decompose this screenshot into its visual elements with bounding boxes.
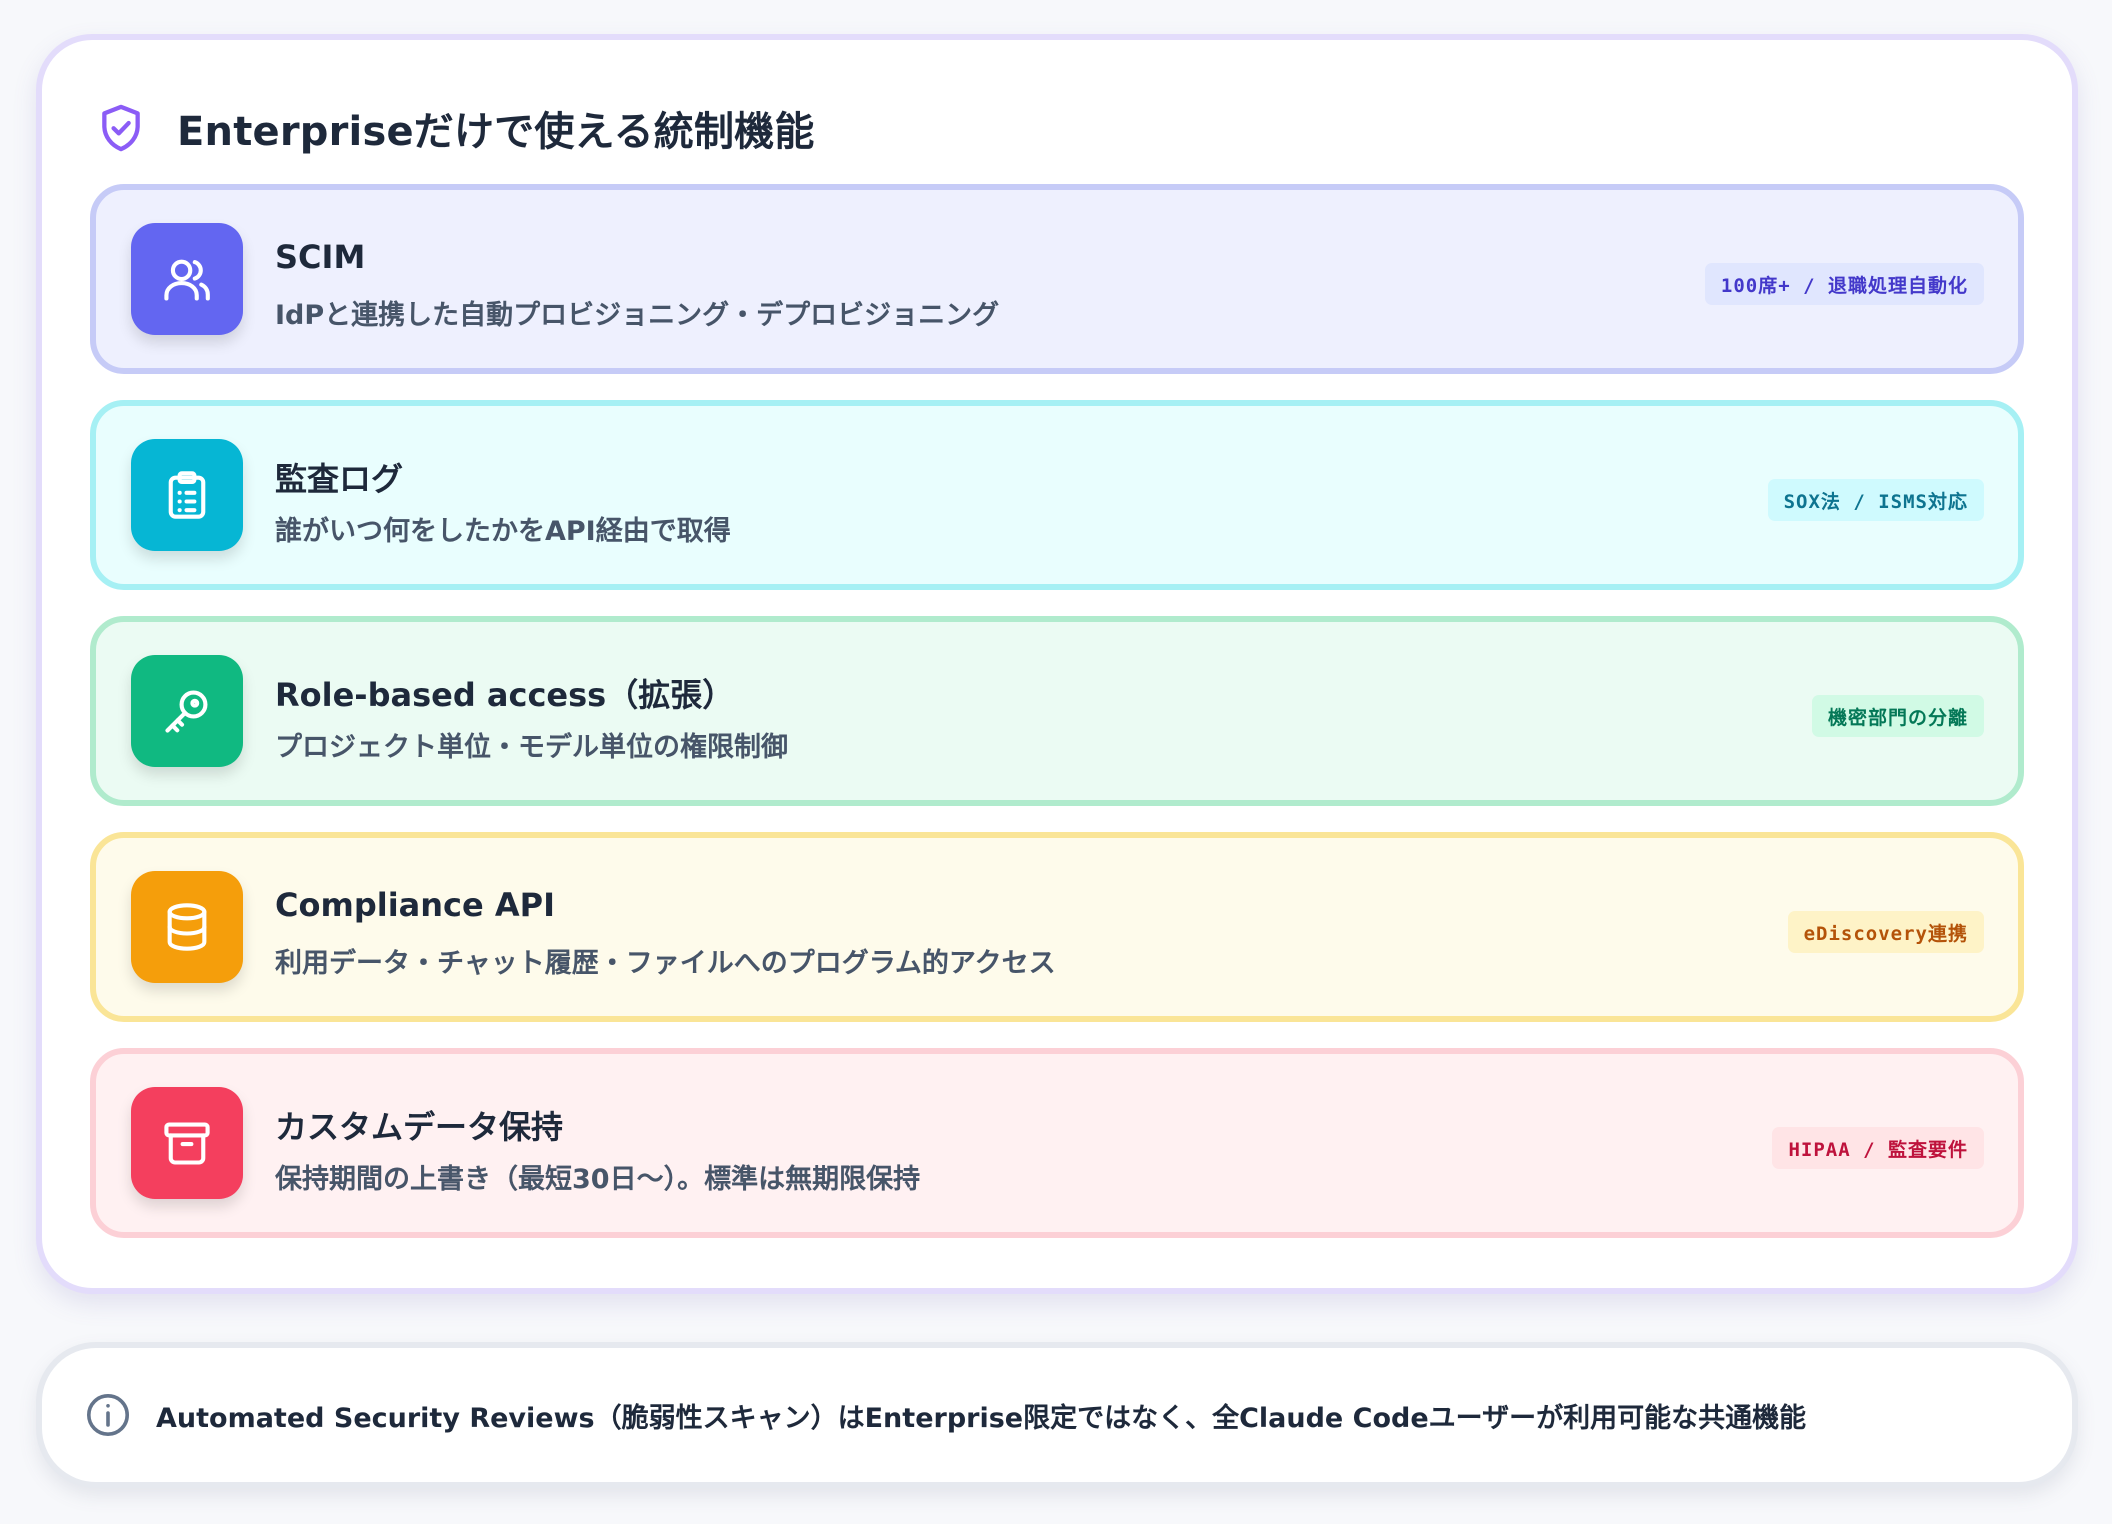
feature-description: 利用データ・チャット履歴・ファイルへのプログラム的アクセス: [275, 948, 1056, 979]
feature-tag: 機密部門の分離: [1811, 695, 1984, 737]
shield-check-icon: [102, 104, 140, 152]
feature-title: Compliance API: [275, 886, 555, 924]
feature-description: 保持期間の上書き（最短30日〜）。標準は無期限保持: [275, 1164, 921, 1195]
feature-icon-audit-log: [131, 439, 243, 551]
feature-tag: 100席+ / 退職処理自動化: [1704, 263, 1984, 305]
feature-icon-compliance-api: [131, 871, 243, 983]
feature-list: SCIM IdPと連携した自動プロビジョニング・デプロビジョニング 100席+ …: [90, 184, 2024, 1264]
security-reviews-note: Automated Security Reviews（脆弱性スキャン）はEnte…: [36, 1342, 2078, 1488]
feature-description: IdPと連携した自動プロビジョニング・デプロビジョニング: [275, 300, 1000, 331]
feature-tag: eDiscovery連携: [1787, 911, 1984, 953]
page-title: Enterpriseだけで使える統制機能: [177, 109, 815, 155]
feature-item-custom-data-retention: カスタムデータ保持 保持期間の上書き（最短30日〜）。標準は無期限保持 HIPA…: [90, 1048, 2024, 1238]
feature-title: Role-based access（拡張）: [275, 676, 735, 714]
feature-description: プロジェクト単位・モデル単位の権限制御: [275, 732, 788, 763]
feature-title: 監査ログ: [275, 460, 404, 498]
feature-title: SCIM: [275, 238, 366, 276]
feature-icon-role-based-access: [131, 655, 243, 767]
database-icon: [167, 903, 207, 951]
users-icon: [164, 259, 210, 301]
key-icon: [165, 690, 208, 733]
feature-item-audit-log: 監査ログ 誰がいつ何をしたかをAPI経由で取得 SOX法 / ISMS対応: [90, 400, 2024, 590]
archive-icon: [164, 1122, 210, 1165]
feature-item-role-based-access: Role-based access（拡張） プロジェクト単位・モデル単位の権限制…: [90, 616, 2024, 806]
feature-tag: SOX法 / ISMS対応: [1767, 479, 1984, 521]
feature-item-scim: SCIM IdPと連携した自動プロビジョニング・デプロビジョニング 100席+ …: [90, 184, 2024, 374]
feature-item-compliance-api: Compliance API 利用データ・チャット履歴・ファイルへのプログラム的…: [90, 832, 2024, 1022]
feature-icon-scim: [131, 223, 243, 335]
feature-tag: HIPAA / 監査要件: [1772, 1127, 1984, 1169]
enterprise-features-card: Enterpriseだけで使える統制機能 SCIM IdPと連携した自動プロビジ…: [36, 34, 2078, 1294]
card-header: Enterpriseだけで使える統制機能: [94, 88, 815, 168]
feature-title: カスタムデータ保持: [275, 1108, 564, 1146]
clipboard-list-icon: [168, 471, 206, 519]
info-circle-icon: [86, 1393, 130, 1437]
feature-icon-custom-data-retention: [131, 1087, 243, 1199]
feature-description: 誰がいつ何をしたかをAPI経由で取得: [275, 516, 731, 547]
note-text: Automated Security Reviews（脆弱性スキャン）はEnte…: [156, 1402, 1807, 1434]
